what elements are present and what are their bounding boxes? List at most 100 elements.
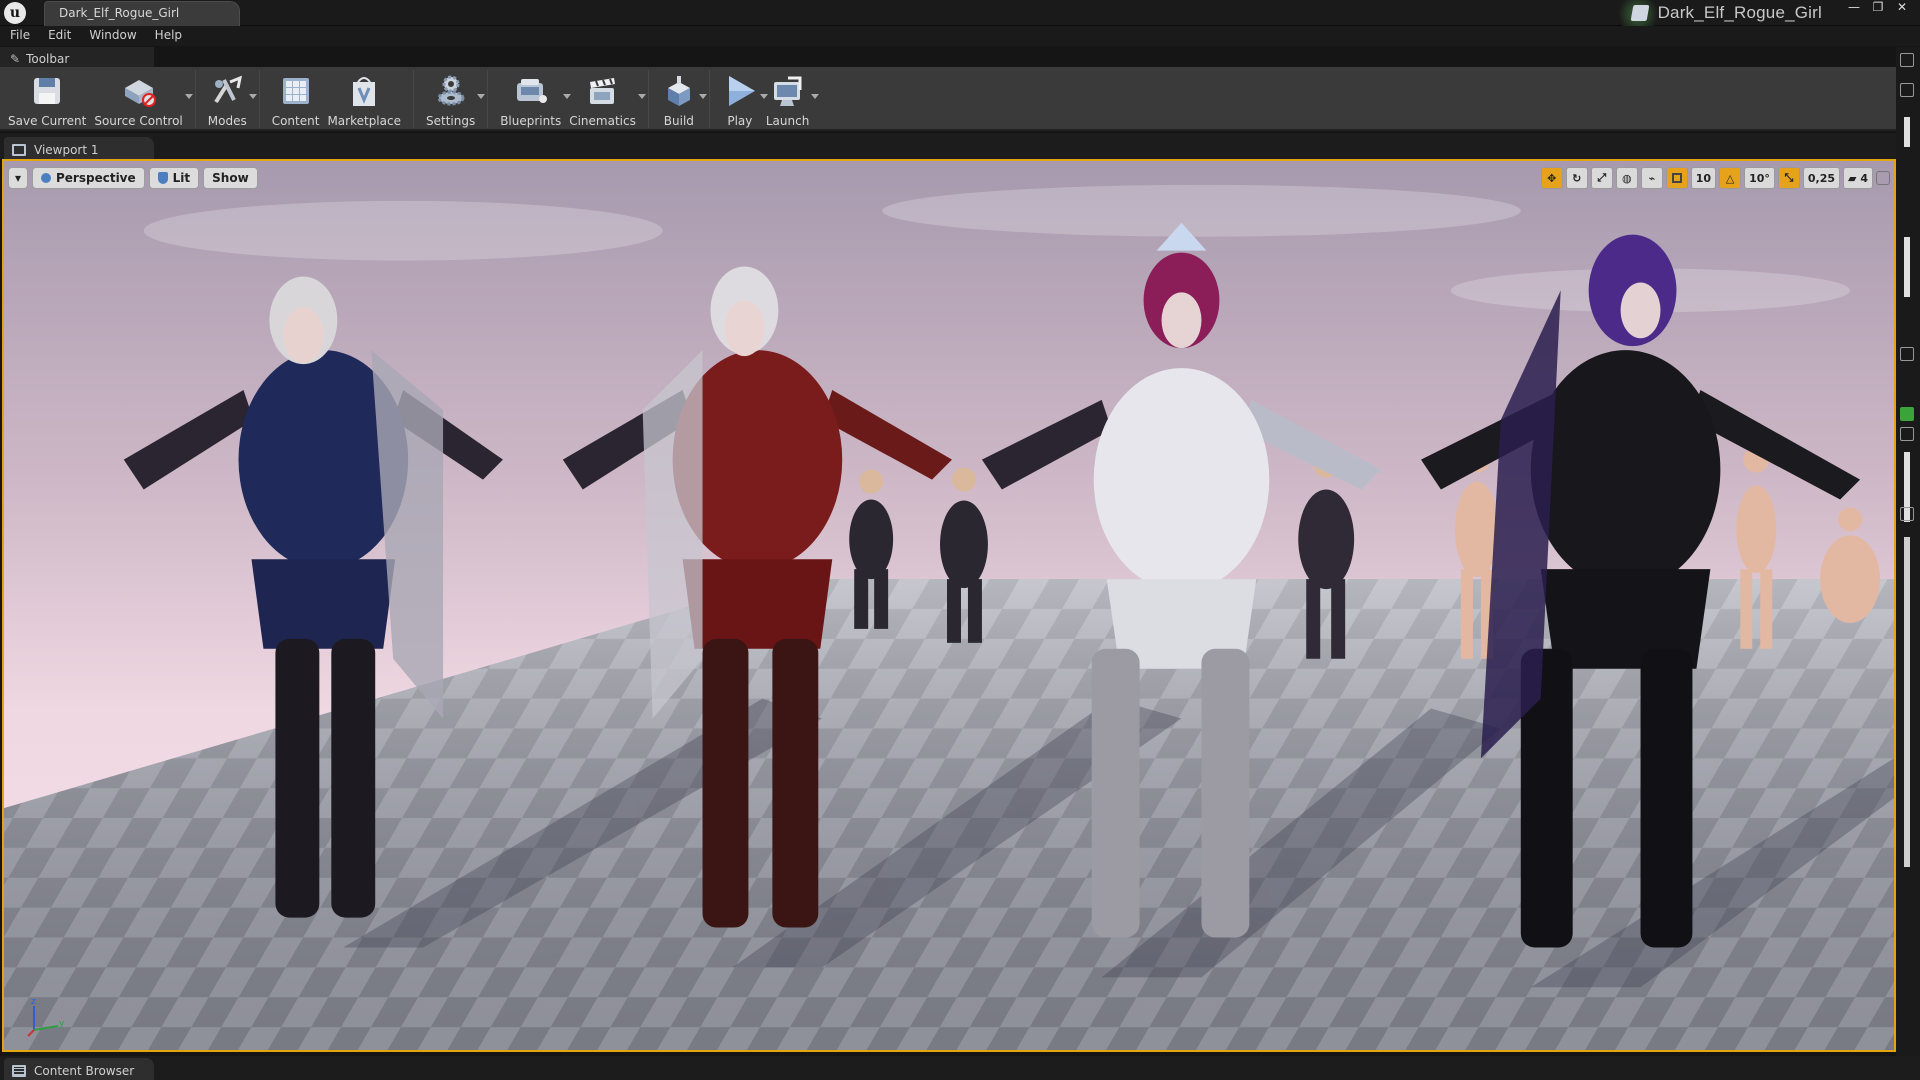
- marketplace-button[interactable]: Marketplace: [323, 67, 405, 129]
- level-viewport[interactable]: ▾ Perspective Lit Show ✥ ↻ ⤢ ◍ ⌁ 10 △ 10…: [2, 159, 1896, 1052]
- settings-label: Settings: [425, 114, 476, 128]
- menu-edit[interactable]: Edit: [48, 26, 81, 46]
- main-toolbar: Save Current Source Control Modes Conten…: [0, 67, 1896, 131]
- show-button[interactable]: Show: [203, 167, 258, 189]
- document-tab[interactable]: Dark_Elf_Rogue_Girl: [44, 1, 240, 26]
- launch-icon: [770, 73, 806, 109]
- toolbar-separator: [194, 70, 196, 128]
- unreal-logo-icon[interactable]: u: [4, 2, 26, 24]
- source-control-icon: [121, 73, 157, 109]
- build-button[interactable]: Build: [657, 67, 707, 129]
- translate-mode-button[interactable]: ✥: [1540, 167, 1563, 189]
- show-label: Show: [212, 171, 249, 185]
- dock-button[interactable]: [1900, 83, 1914, 97]
- modes-label: Modes: [207, 114, 247, 128]
- rotate-mode-button[interactable]: ↻: [1565, 167, 1588, 189]
- scale-snap-value[interactable]: 0,25: [1802, 167, 1841, 189]
- dock-button[interactable]: [1900, 507, 1914, 521]
- blueprints-button[interactable]: Blueprints: [496, 67, 572, 129]
- perspective-button[interactable]: Perspective: [32, 167, 145, 189]
- maximize-viewport-button[interactable]: [1876, 171, 1890, 185]
- save-current-button[interactable]: Save Current: [4, 67, 90, 129]
- rotate-icon: ↻: [1572, 171, 1582, 185]
- dock-button[interactable]: [1900, 53, 1914, 67]
- right-dock-strip: [1896, 47, 1920, 1080]
- gears-icon: [433, 73, 469, 109]
- dock-button[interactable]: [1900, 347, 1914, 361]
- marketplace-label: Marketplace: [327, 114, 401, 128]
- surface-snap-button[interactable]: ⌁: [1640, 167, 1663, 189]
- launch-dropdown-icon[interactable]: [811, 94, 820, 99]
- rotation-snap-value[interactable]: 10°: [1744, 167, 1775, 189]
- blueprints-label: Blueprints: [500, 114, 562, 128]
- build-dropdown-icon[interactable]: [698, 94, 707, 99]
- grid-snap-value[interactable]: 10: [1690, 167, 1717, 189]
- menu-bar: File Edit Window Help: [0, 26, 1920, 46]
- modes-button[interactable]: Modes: [204, 67, 257, 129]
- menu-window[interactable]: Window: [89, 26, 146, 46]
- source-control-button[interactable]: Source Control: [90, 67, 193, 129]
- play-button[interactable]: Play: [718, 67, 768, 129]
- dock-button[interactable]: [1900, 427, 1914, 441]
- build-label: Build: [663, 114, 694, 128]
- toolbar-separator: [412, 70, 414, 128]
- close-button[interactable]: ✕: [1890, 0, 1914, 16]
- content-browser-label: Content Browser: [34, 1063, 135, 1078]
- floppy-disk-icon: [29, 73, 65, 109]
- content-button[interactable]: Content: [268, 67, 324, 129]
- globe-icon: ◍: [1621, 171, 1632, 185]
- cinematics-button[interactable]: Cinematics: [565, 67, 646, 129]
- toolbar-separator: [258, 70, 260, 128]
- cinematics-dropdown-icon[interactable]: [637, 94, 646, 99]
- toolbar-tab[interactable]: ✎ Toolbar: [0, 47, 154, 67]
- viewport-options-button[interactable]: ▾: [8, 167, 28, 189]
- title-bar: u Dark_Elf_Rogue_Girl Dark_Elf_Rogue_Gir…: [0, 0, 1920, 34]
- source-control-label: Source Control: [94, 114, 183, 128]
- dock-scroll-indicator: [1904, 117, 1910, 147]
- lit-button[interactable]: Lit: [148, 167, 200, 189]
- project-name: Dark_Elf_Rogue_Girl: [1657, 3, 1822, 22]
- project-icon: [1630, 5, 1649, 21]
- scene-render[interactable]: [4, 161, 1894, 1050]
- minimize-button[interactable]: —: [1842, 0, 1866, 16]
- toolbar-separator: [647, 70, 649, 128]
- angle-icon: △: [1725, 171, 1735, 185]
- dock-scrollbar[interactable]: [1904, 537, 1910, 867]
- grid-snap-toggle[interactable]: [1665, 167, 1688, 189]
- launch-label: Launch: [765, 114, 810, 128]
- settings-button[interactable]: Settings: [422, 67, 486, 129]
- menu-file[interactable]: File: [10, 26, 40, 46]
- coordinate-system-button[interactable]: ◍: [1615, 167, 1638, 189]
- bottom-tab-row: Content Browser: [0, 1056, 1920, 1080]
- play-icon: [722, 73, 758, 109]
- toolbar-separator: [487, 70, 489, 128]
- modes-dropdown-icon[interactable]: [248, 94, 257, 99]
- viewport-tab[interactable]: Viewport 1: [4, 137, 154, 159]
- transform-snap-toolbar: ✥ ↻ ⤢ ◍ ⌁ 10 △ 10° ⤡ 0,25 ▰ 4: [1540, 167, 1890, 189]
- settings-dropdown-icon[interactable]: [477, 94, 486, 99]
- add-icon[interactable]: [1900, 407, 1914, 421]
- perspective-icon: [41, 173, 51, 183]
- camera-speed-value: 4: [1860, 171, 1868, 185]
- grid-icon: [1671, 173, 1682, 183]
- move-icon: ✥: [1547, 171, 1557, 185]
- content-browser-icon: [12, 1064, 26, 1077]
- modes-icon: [209, 73, 245, 109]
- content-browser-tab[interactable]: Content Browser: [4, 1058, 154, 1080]
- scale-snap-toggle[interactable]: ⤡: [1777, 167, 1800, 189]
- menu-help[interactable]: Help: [155, 26, 192, 46]
- scale-mode-button[interactable]: ⤢: [1590, 167, 1613, 189]
- marketplace-icon: [346, 73, 382, 109]
- window-controls: — ❐ ✕: [1842, 0, 1914, 16]
- rotation-snap-toggle[interactable]: △: [1719, 167, 1742, 189]
- viewport-options: ▾ Perspective Lit Show: [8, 167, 258, 189]
- maximize-button[interactable]: ❐: [1866, 0, 1890, 16]
- chevron-down-icon: ▾: [14, 171, 22, 185]
- launch-button[interactable]: Launch: [762, 67, 820, 129]
- source-control-dropdown-icon[interactable]: [184, 94, 193, 99]
- viewport-tab-label: Viewport 1: [34, 142, 99, 157]
- svg-text:z: z: [31, 997, 36, 1007]
- lit-icon: [157, 172, 168, 184]
- camera-speed-button[interactable]: ▰ 4: [1843, 167, 1873, 189]
- content-label: Content: [271, 114, 320, 128]
